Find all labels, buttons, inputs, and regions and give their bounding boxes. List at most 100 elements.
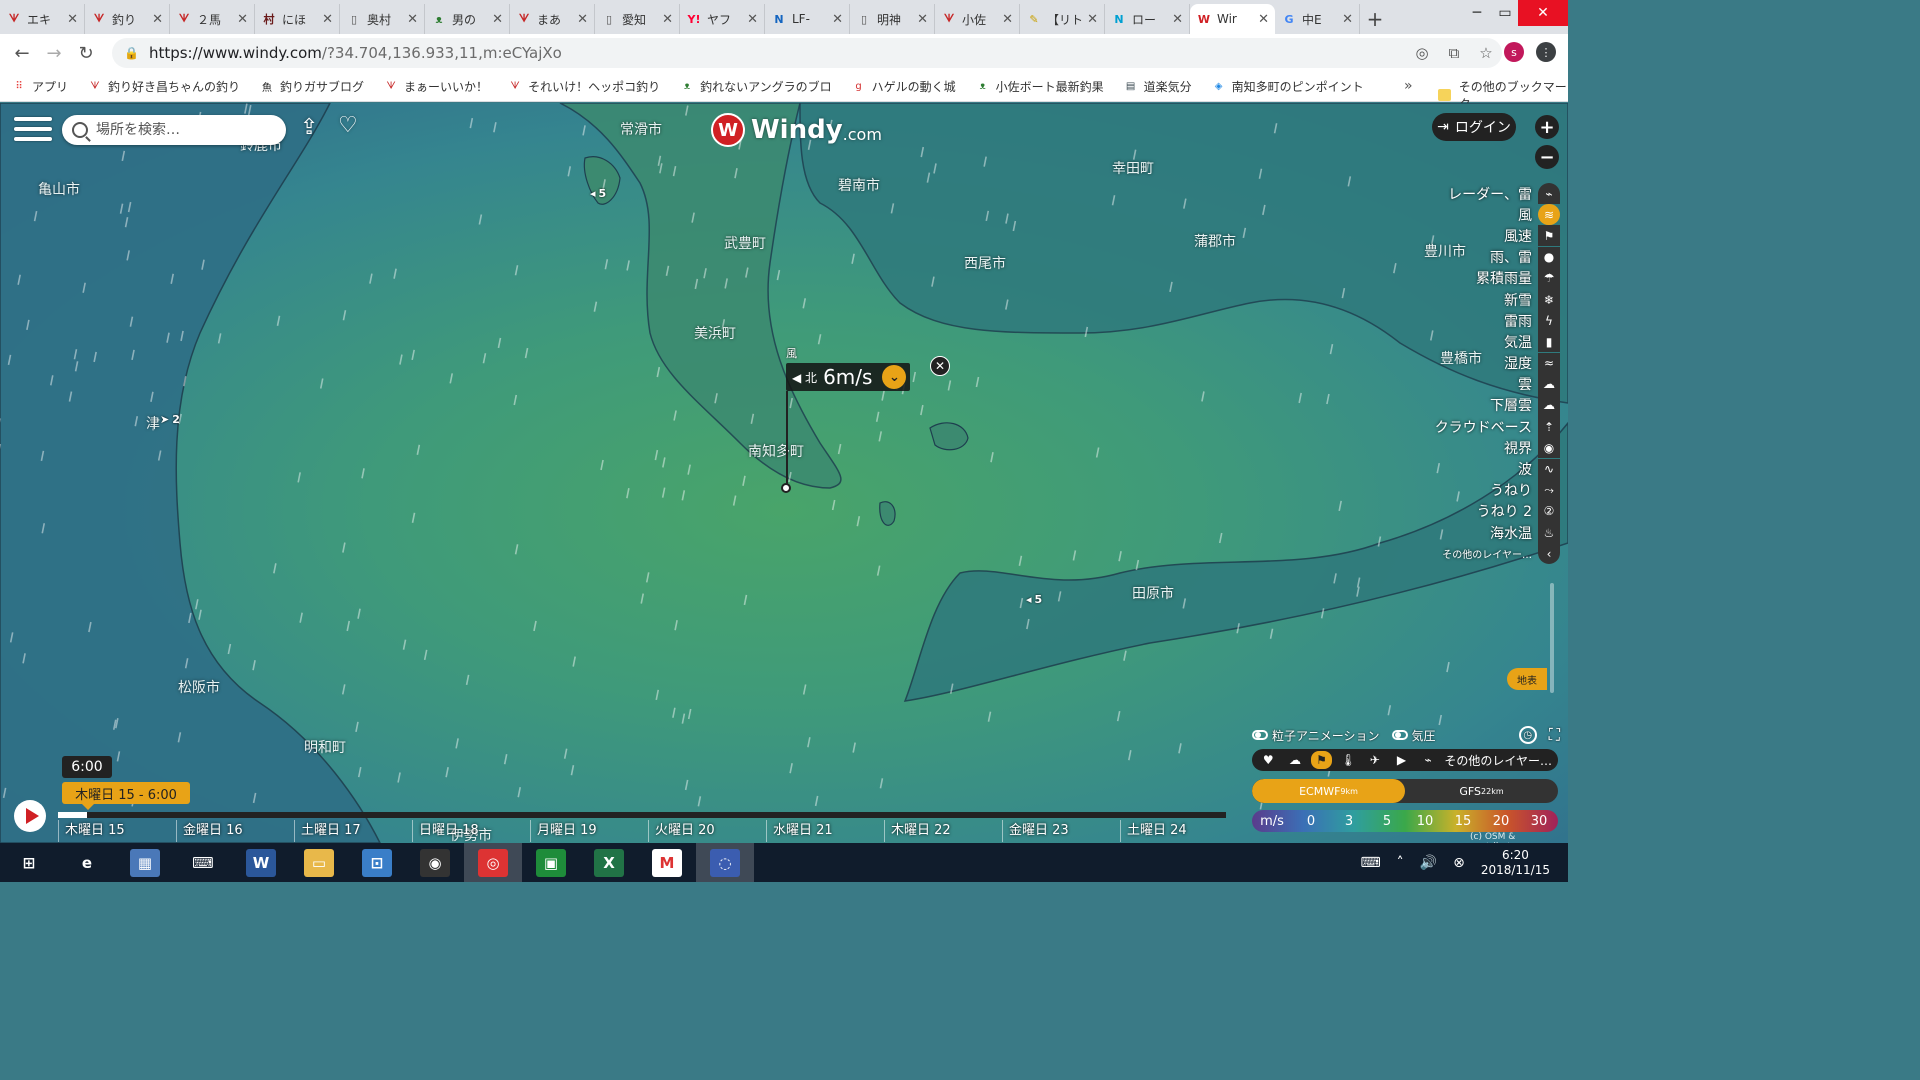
share-icon[interactable]: ⇪ (300, 115, 318, 140)
bookmark-2[interactable]: ᗐ 釣り好き昌ちゃんの釣り (88, 78, 240, 95)
close-tab-icon[interactable]: ✕ (1087, 12, 1098, 27)
layer-item-thunder[interactable]: 雷雨 ϟ (1360, 310, 1560, 332)
zoom-in-button[interactable]: + (1535, 115, 1559, 139)
search-box[interactable] (62, 115, 286, 145)
timeline-day[interactable]: 金曜日 16 (176, 820, 294, 842)
browser-menu-button[interactable]: ⋮ (1536, 42, 1556, 62)
layer-item-thermometer[interactable]: 気温 ▮ (1360, 331, 1560, 353)
timeline-day[interactable]: 土曜日 24 (1120, 820, 1238, 842)
menu-hamburger-icon[interactable] (14, 117, 52, 147)
layer-item-swell[interactable]: うねり ⤳ (1360, 479, 1560, 501)
translate-icon[interactable]: ⧉ (1438, 44, 1470, 62)
weather-icon[interactable]: ☁ (1285, 751, 1306, 769)
scrollbar[interactable] (1550, 583, 1554, 693)
tab-12[interactable]: ᗐ 小佐 ✕ (935, 4, 1020, 34)
bookmark-3[interactable]: 魚釣りガサブログ (260, 78, 364, 95)
profile-avatar[interactable]: s (1504, 42, 1524, 62)
pressure-toggle[interactable]: 気圧 (1391, 727, 1436, 744)
play-button[interactable] (14, 800, 46, 832)
model-gfs[interactable]: GFS 22km (1405, 779, 1558, 803)
timeline-track[interactable] (58, 812, 1226, 818)
new-tab-button[interactable]: + (1360, 4, 1390, 34)
favorite-heart-icon[interactable]: ♡ (338, 113, 358, 138)
thermometer-icon[interactable]: 🌡 (1338, 751, 1359, 769)
timeline-day[interactable]: 木曜日 22 (884, 820, 1002, 842)
layer-item-chevron-left[interactable]: その他のレイヤー… ‹ (1360, 543, 1560, 565)
layer-item-wind[interactable]: 風 ≋ (1360, 204, 1560, 226)
close-tab-icon[interactable]: ✕ (237, 12, 248, 27)
layer-item-eye[interactable]: 視界 ◉ (1360, 437, 1560, 459)
picker-handle[interactable] (781, 483, 791, 493)
tab-13[interactable]: ✎ 【リト ✕ (1020, 4, 1105, 34)
timeline-day[interactable]: 木曜日 15 (58, 820, 176, 842)
close-tab-icon[interactable]: ✕ (492, 12, 503, 27)
radar-icon[interactable]: ⌁ (1418, 751, 1439, 769)
close-tab-icon[interactable]: ✕ (152, 12, 163, 27)
close-window-button[interactable]: ✕ (1518, 0, 1568, 26)
timeline-day[interactable]: 水曜日 21 (766, 820, 884, 842)
tab-16[interactable]: G 中E ✕ (1275, 4, 1360, 34)
windy-logo[interactable]: W Windy .com (711, 113, 882, 147)
gmail-icon[interactable]: M (638, 843, 696, 882)
bookmark-1[interactable]: ⠿ アプリ (12, 78, 68, 95)
bookmark-9[interactable]: ▤ 道楽気分 (1124, 78, 1192, 95)
reload-button[interactable]: ↻ (70, 37, 102, 69)
zoom-out-button[interactable]: − (1535, 145, 1559, 169)
clock[interactable]: 6:20 2018/11/15 (1481, 848, 1550, 878)
close-tab-icon[interactable]: ✕ (407, 12, 418, 27)
bookmark-6[interactable]: ᴥ 釣れないアングラのブロ (680, 78, 832, 95)
bookmark-4[interactable]: ᗐ まぁーいいか！ (384, 78, 488, 95)
tab-10[interactable]: N LF- ✕ (765, 4, 850, 34)
layer-item-low-cloud[interactable]: 下層雲 ☁ (1360, 394, 1560, 416)
close-tab-icon[interactable]: ✕ (67, 12, 78, 27)
layer-item-snowflake[interactable]: 新雪 ❄ (1360, 289, 1560, 311)
close-tab-icon[interactable]: ✕ (1002, 12, 1013, 27)
layer-item-cloud[interactable]: 雲 ☁ (1360, 373, 1560, 395)
timeline-day[interactable]: 金曜日 23 (1002, 820, 1120, 842)
tab-1[interactable]: ᗐ エキ ✕ (0, 4, 85, 34)
tab-14[interactable]: N ロー ✕ (1105, 4, 1190, 34)
excel-icon[interactable]: X (580, 843, 638, 882)
layer-item-flag[interactable]: 風速 ⚑ (1360, 225, 1560, 247)
layer-item-cloudbase[interactable]: クラウドベース ⇡ (1360, 416, 1560, 438)
notification-icon[interactable]: ⊗ (1453, 855, 1465, 871)
bookmarks-overflow-button[interactable]: » (1404, 78, 1413, 94)
close-tab-icon[interactable]: ✕ (1342, 12, 1353, 27)
heart-icon[interactable]: ♥ (1258, 751, 1279, 769)
tab-2[interactable]: ᗐ 釣り ✕ (85, 4, 170, 34)
close-tab-icon[interactable]: ✕ (1258, 12, 1269, 27)
keyboard-icon[interactable]: ⌨ (1360, 855, 1380, 871)
forward-button[interactable]: → (38, 37, 70, 69)
back-button[interactable]: ← (6, 37, 38, 69)
layer-item-humidity[interactable]: 湿度 ≈ (1360, 352, 1560, 374)
airplane-icon[interactable]: ✈ (1365, 751, 1386, 769)
more-layers-link[interactable]: その他のレイヤー… (1444, 752, 1552, 769)
bookmark-10[interactable]: ◈ 南知多町のピンポイント (1212, 78, 1364, 95)
fullscreen-icon[interactable]: ⛶ (1549, 725, 1560, 745)
tab-7[interactable]: ᗐ まあ ✕ (510, 4, 595, 34)
timeline-day[interactable]: 月曜日 19 (530, 820, 648, 842)
clock-icon[interactable]: ◷ (1518, 726, 1537, 744)
close-icon[interactable]: ✕ (930, 356, 950, 376)
tab-11[interactable]: ▯ 明神 ✕ (850, 4, 935, 34)
tab-4[interactable]: 村にほ ✕ (255, 4, 340, 34)
camera-icon[interactable]: ▶ (1391, 751, 1412, 769)
windy-map[interactable]: 常滑市 碧南市 幸田町 武豊町 西尾市 蒲郡市 豊川市 美浜町 豊橋市 南知多町 田原市 亀山市 鈴鹿市… (0, 103, 1568, 843)
close-tab-icon[interactable]: ✕ (662, 12, 673, 27)
app-blue-icon[interactable]: ▦ (116, 843, 174, 882)
address-bar[interactable]: 🔒 https://www.windy.com/?34.704,136.933,… (112, 38, 1502, 68)
timeline-day[interactable]: 火曜日 20 (648, 820, 766, 842)
layer-item-cloud-rain[interactable]: 累積雨量 ☂ (1360, 267, 1560, 289)
close-tab-icon[interactable]: ✕ (747, 12, 758, 27)
tab-5[interactable]: ▯ 奥村 ✕ (340, 4, 425, 34)
close-tab-icon[interactable]: ✕ (577, 12, 588, 27)
particles-toggle[interactable]: 粒子アニメーション (1252, 727, 1380, 744)
login-button[interactable]: ⇥ ログイン (1432, 113, 1516, 141)
close-tab-icon[interactable]: ✕ (322, 12, 333, 27)
layer-item-sea-temp[interactable]: 海水温 ♨ (1360, 522, 1560, 544)
close-tab-icon[interactable]: ✕ (832, 12, 843, 27)
media-icon[interactable]: ◉ (406, 843, 464, 882)
bookmark-7[interactable]: g ハゲルの動く城 (852, 78, 955, 95)
timeline-day[interactable]: 土曜日 17 (294, 820, 412, 842)
start-button[interactable]: ⊞ (0, 843, 58, 882)
